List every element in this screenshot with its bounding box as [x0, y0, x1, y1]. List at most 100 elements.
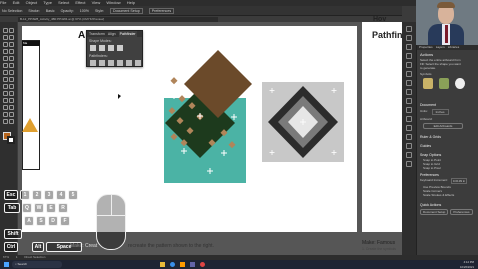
magic-wand-tool-icon[interactable]	[3, 35, 8, 40]
preferences-panel-button[interactable]: Preferences	[450, 209, 473, 215]
slice-tool-icon[interactable]	[9, 112, 14, 117]
rectangle-tool-icon[interactable]	[3, 56, 8, 61]
eraser-tool-icon[interactable]	[9, 63, 14, 68]
windows-start-icon[interactable]	[4, 262, 9, 267]
rotate-tool-icon[interactable]	[3, 70, 8, 75]
symbol-sprayer-tool-icon[interactable]	[3, 105, 8, 110]
pathfinder-icon[interactable]	[406, 143, 412, 149]
pen-tool-icon[interactable]	[3, 42, 8, 47]
tab-align[interactable]: Align	[108, 31, 116, 37]
swatches-icon[interactable]	[406, 62, 412, 68]
width-tool-icon[interactable]	[3, 77, 8, 82]
perspective-grid-tool-icon[interactable]	[9, 84, 14, 89]
divide-icon[interactable]	[90, 60, 96, 66]
minus-front-icon[interactable]	[99, 45, 105, 51]
scale-tool-icon[interactable]	[9, 70, 14, 75]
paintbrush-tool-icon[interactable]	[9, 56, 14, 61]
control-bar: No Selection Stroke: Basic Opacity: 100%…	[0, 6, 402, 16]
taskbar-app-illustrator-icon[interactable]	[180, 262, 185, 267]
preferences-title: Preferences	[420, 173, 439, 177]
eyedropper-tool-icon[interactable]	[3, 98, 8, 103]
taskbar-app-explorer-icon[interactable]	[160, 262, 165, 267]
opacity-value[interactable]: 100%	[80, 9, 89, 13]
symbol-two-icon[interactable]	[439, 78, 449, 89]
actions-title: Actions	[420, 52, 434, 57]
stroke-swatch-icon[interactable]	[7, 136, 15, 144]
graph-tool-icon[interactable]	[9, 105, 14, 110]
bottom-right-sub: 1. Create the symbols	[362, 247, 397, 251]
curvature-tool-icon[interactable]	[9, 42, 14, 47]
hand-tool-icon[interactable]	[3, 119, 8, 124]
graphic-styles-icon[interactable]	[406, 125, 412, 131]
free-transform-tool-icon[interactable]	[9, 77, 14, 82]
symbol-one-icon[interactable]	[423, 78, 433, 89]
tab-libraries[interactable]: Libraries	[448, 45, 460, 50]
trim-icon[interactable]	[99, 60, 105, 66]
crop-icon[interactable]	[117, 60, 123, 66]
keyboard-increment-label: Keyboard Increment:	[420, 178, 448, 182]
taskbar-clock[interactable]: 4:12 PM 10/26/2021	[448, 260, 474, 269]
document-setup-panel-button[interactable]: Document Setup	[420, 209, 449, 215]
align-icon[interactable]	[406, 134, 412, 140]
transparency-icon[interactable]	[406, 107, 412, 113]
search-icon: ⌕	[15, 262, 17, 266]
zoom-tool-icon[interactable]	[9, 119, 14, 124]
intersect-icon[interactable]	[108, 45, 114, 51]
pattern-artwork[interactable]	[150, 48, 260, 188]
pencil-tool-icon[interactable]	[3, 63, 8, 68]
artboard-tool-icon[interactable]	[3, 112, 8, 117]
properties-icon[interactable]	[406, 26, 412, 32]
tab-transform[interactable]: Transform	[89, 31, 105, 37]
color-icon[interactable]	[406, 53, 412, 59]
unite-icon[interactable]	[90, 45, 96, 51]
symbols-icon[interactable]	[406, 80, 412, 86]
artboard-right[interactable]	[362, 22, 402, 232]
selection-tool-icon[interactable]	[3, 28, 8, 33]
taskbar-app-browser-icon[interactable]	[170, 262, 175, 267]
blend-tool-icon[interactable]	[9, 98, 14, 103]
libraries-icon[interactable]	[406, 44, 412, 50]
keyboard-increment-field[interactable]: 0.0139 in	[450, 178, 468, 184]
character-icon[interactable]	[406, 161, 412, 167]
direct-selection-tool-icon[interactable]	[9, 28, 14, 33]
type-tool-icon[interactable]	[3, 49, 8, 54]
appearance-icon[interactable]	[406, 116, 412, 122]
stroke-style-dropdown[interactable]: Basic	[46, 9, 55, 13]
document-setup-button[interactable]: Document Setup	[109, 8, 143, 14]
mesh-tool-icon[interactable]	[3, 91, 8, 96]
taskbar-app-chrome-icon[interactable]	[200, 262, 205, 267]
key-s: S	[36, 216, 46, 226]
tab-layers[interactable]: Layers	[436, 45, 445, 50]
taskbar-search[interactable]: ⌕ Search	[12, 261, 62, 268]
left-info-box	[22, 40, 40, 170]
tab-pathfinder[interactable]: Pathfinder	[118, 31, 137, 37]
exclude-icon[interactable]	[117, 45, 123, 51]
zoom-level[interactable]: 67%	[3, 255, 9, 259]
key-tab: Tab	[4, 203, 20, 213]
taskbar-app-teams-icon[interactable]	[190, 262, 195, 267]
lasso-tool-icon[interactable]	[9, 35, 14, 40]
reference-pattern[interactable]	[262, 82, 344, 162]
gradient-icon[interactable]	[406, 98, 412, 104]
layers-icon[interactable]	[406, 35, 412, 41]
webcam-overlay	[416, 0, 478, 45]
shape-builder-tool-icon[interactable]	[3, 84, 8, 89]
stroke-icon[interactable]	[406, 89, 412, 95]
symbol-three-icon[interactable]	[455, 78, 465, 89]
snap-to-pixel-checkbox[interactable]: Snap to Pixel	[423, 166, 478, 170]
line-tool-icon[interactable]	[9, 49, 14, 54]
scale-strokes-checkbox[interactable]: Scale Strokes & Effects	[423, 193, 478, 197]
edit-artboards-button[interactable]: Edit Artboards	[423, 123, 463, 129]
symbols-label: Symbols	[420, 72, 432, 76]
merge-icon[interactable]	[108, 60, 114, 66]
mouse-diagram-icon	[96, 194, 126, 250]
preferences-button[interactable]: Preferences	[148, 8, 175, 14]
minus-back-icon[interactable]	[135, 60, 141, 66]
artboard-number[interactable]: 1	[16, 255, 18, 259]
brushes-icon[interactable]	[406, 71, 412, 77]
tab-properties[interactable]: Properties	[419, 45, 433, 50]
gradient-tool-icon[interactable]	[9, 91, 14, 96]
outline-icon[interactable]	[126, 60, 132, 66]
units-dropdown[interactable]: Inches	[431, 109, 449, 115]
transform-icon[interactable]	[406, 152, 412, 158]
